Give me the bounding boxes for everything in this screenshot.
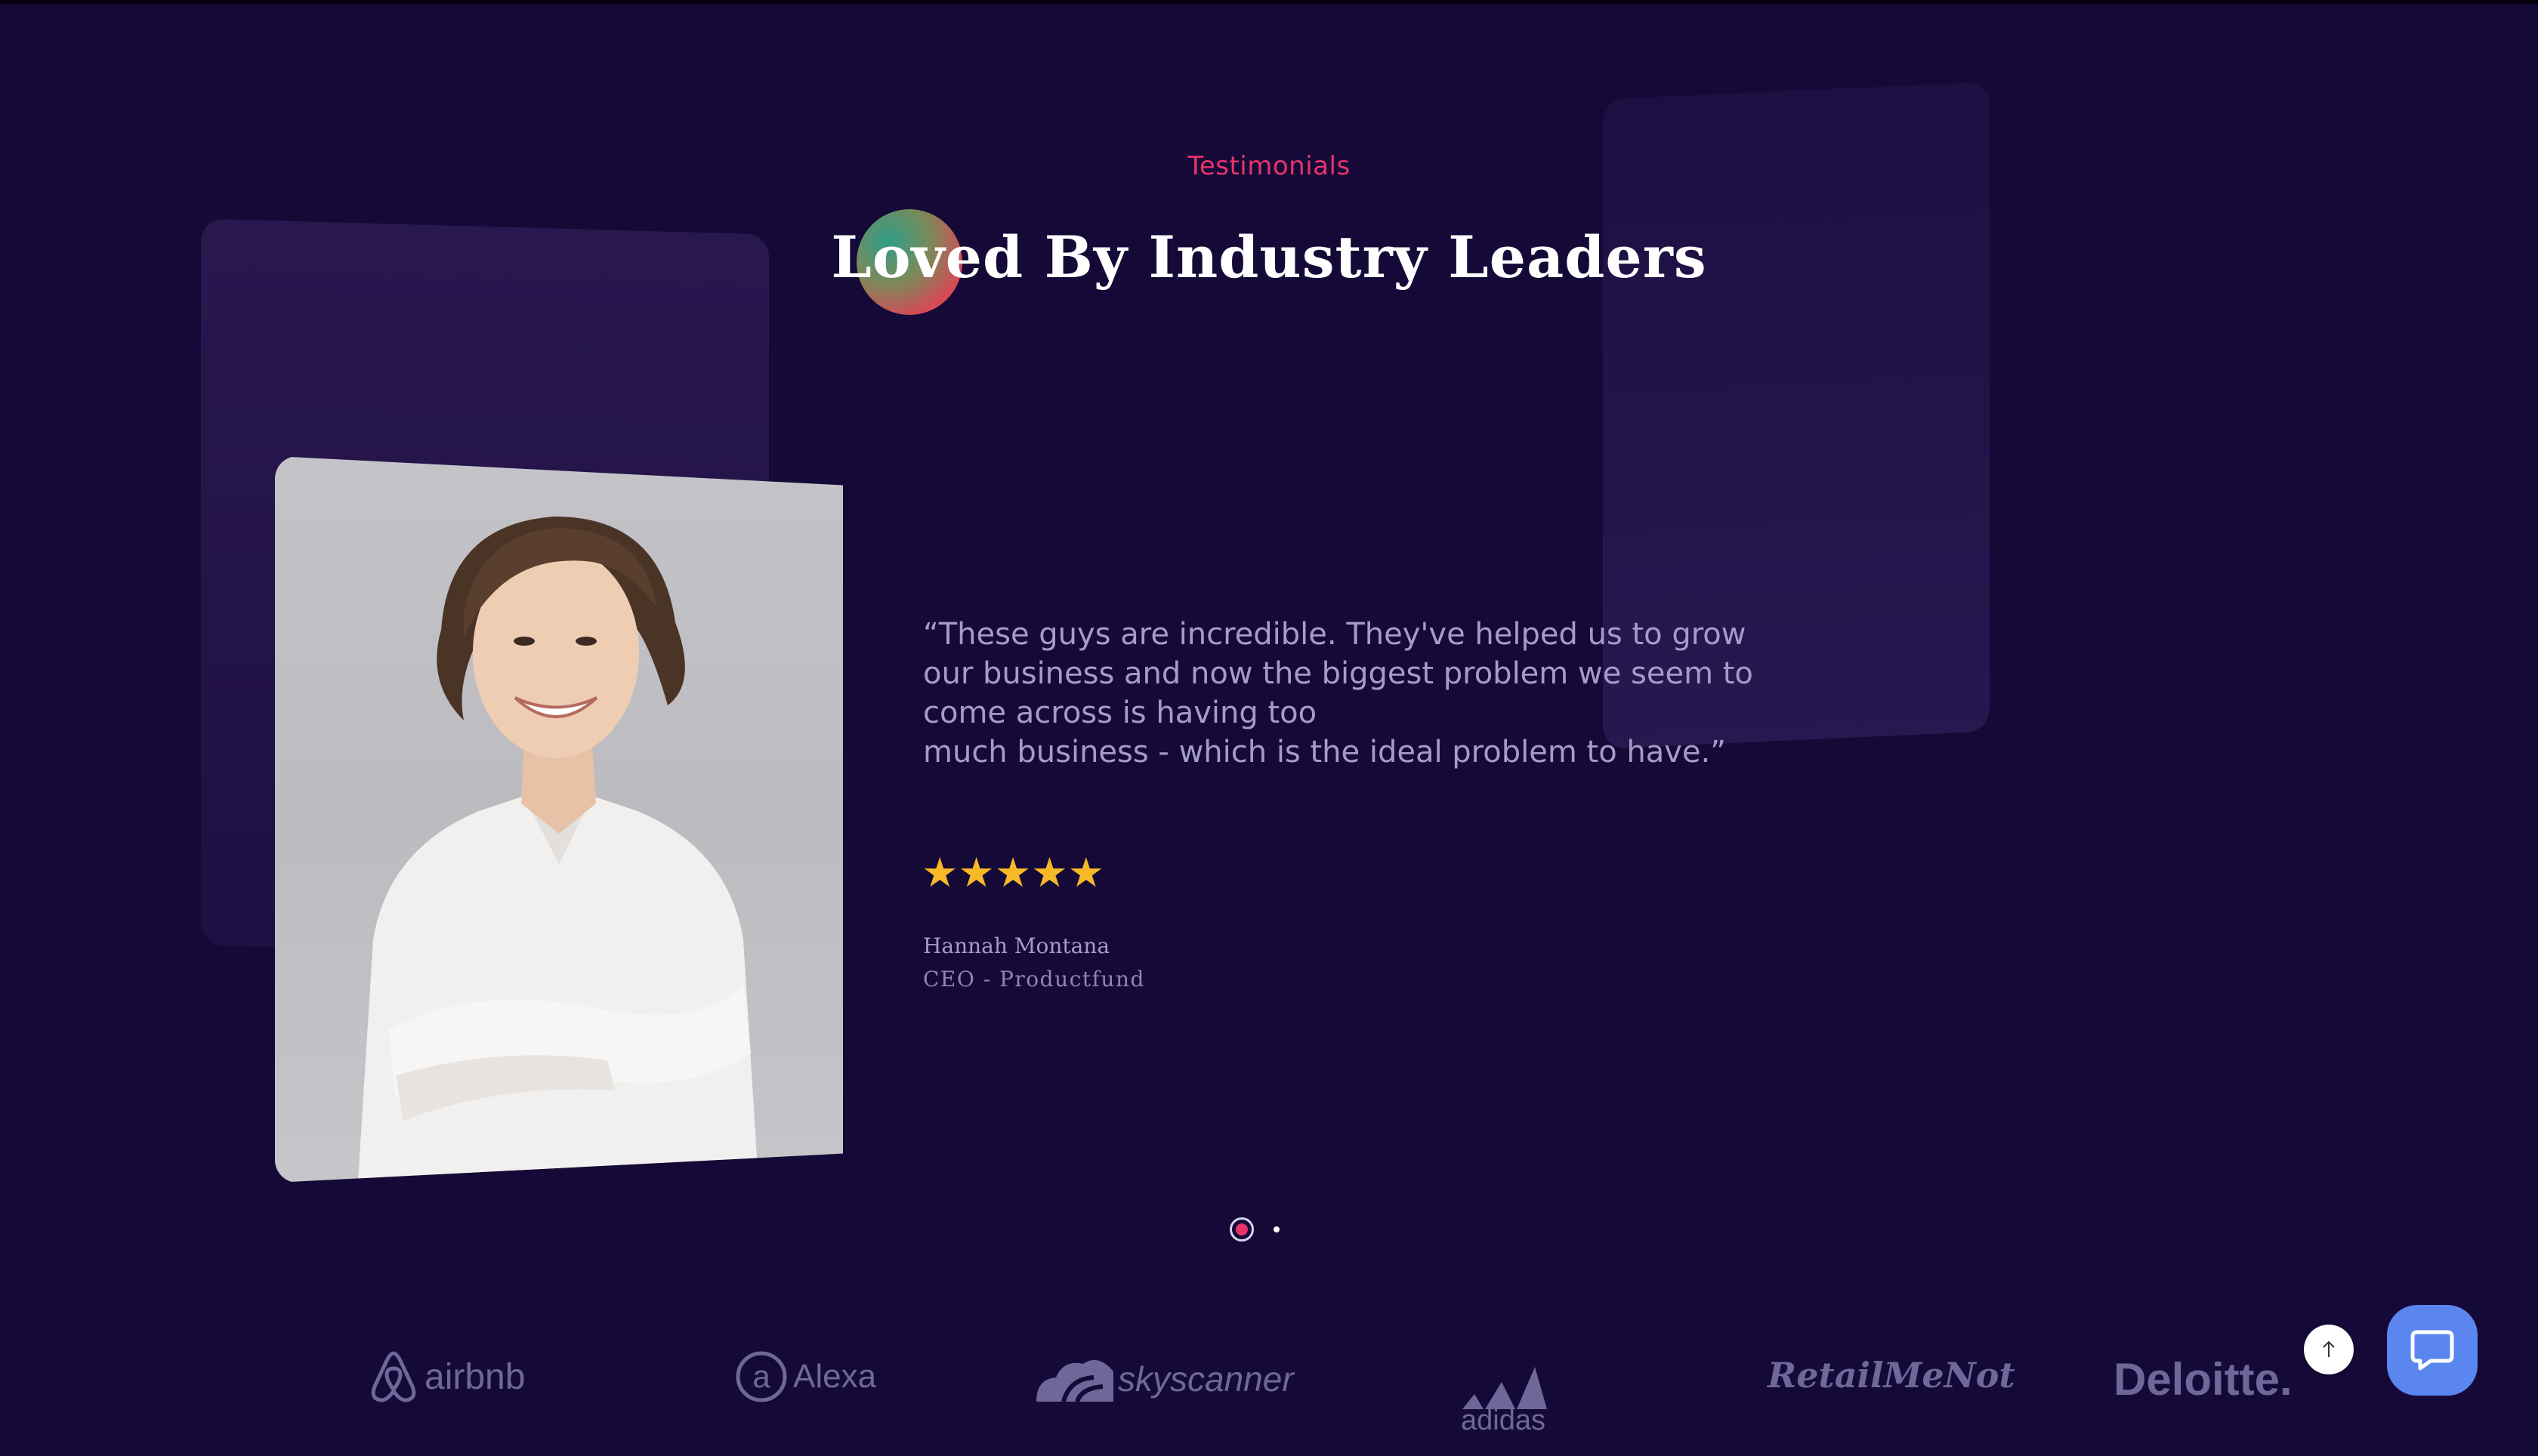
section-eyebrow: Testimonials	[1187, 151, 1351, 181]
testimonials-page: Testimonials Loved By Industry Leaders “…	[0, 0, 2538, 1456]
logo-skyscanner: skyscanner	[1033, 1349, 1294, 1409]
adidas-icon	[1462, 1367, 1547, 1409]
back-to-top-button[interactable]	[2304, 1325, 2354, 1374]
logo-alexa: a Alexa	[734, 1349, 876, 1405]
carousel-dot-active[interactable]	[1230, 1217, 1254, 1242]
skyscanner-icon	[1036, 1359, 1113, 1403]
logo-deloitte: Deloitte.	[2113, 1353, 2293, 1405]
arrow-up-icon	[2323, 1340, 2335, 1357]
logo-label: RetailMeNot	[1768, 1355, 2015, 1396]
airbnb-icon	[371, 1351, 416, 1402]
testimonial-author: Hannah Montana	[923, 933, 1110, 958]
logo-label: skyscanner	[1118, 1359, 1294, 1399]
testimonial-photo	[275, 456, 843, 1183]
logo-adidas: adidas	[1458, 1364, 1548, 1437]
logo-label: airbnb	[425, 1356, 526, 1397]
testimonial-quote: “These guys are incredible. They've help…	[923, 617, 1753, 770]
chat-button[interactable]	[2387, 1305, 2478, 1396]
logo-label: Alexa	[793, 1358, 877, 1395]
client-logos: airbnb a Alexa skyscanner adidas RetailM…	[0, 1349, 2538, 1447]
top-border	[0, 0, 2538, 5]
logo-label: Deloitte.	[2113, 1354, 2293, 1405]
person-illustration	[358, 517, 758, 1181]
svg-text:a: a	[752, 1359, 770, 1394]
logo-airbnb: airbnb	[369, 1349, 525, 1405]
logo-label: adidas	[1461, 1405, 1545, 1436]
carousel-dot[interactable]	[1274, 1226, 1280, 1232]
section-heading: Loved By Industry Leaders	[831, 224, 1707, 291]
alexa-icon: a	[736, 1351, 787, 1402]
chat-bubble-icon	[2410, 1330, 2454, 1371]
testimonial-role: CEO - Productfund	[923, 967, 1145, 992]
logo-retailmenot: RetailMeNot	[1768, 1355, 2015, 1396]
rating-stars: ★★★★★	[922, 849, 1105, 896]
